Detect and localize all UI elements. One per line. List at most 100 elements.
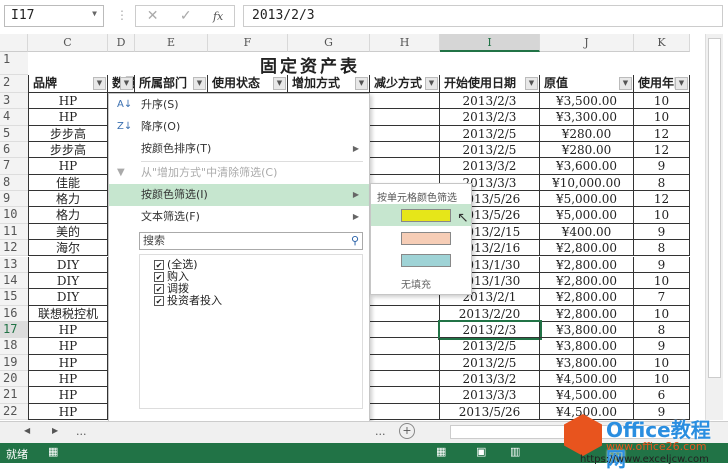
row-header-19[interactable]: 19 [0,354,28,371]
cell-value[interactable]: ¥3,300.00 [540,109,634,126]
row-header-5[interactable]: 5 [0,125,28,143]
row-header-6[interactable]: 6 [0,142,28,159]
cell-empty[interactable] [370,142,440,159]
cell-brand[interactable]: HP [28,370,108,388]
checkbox-checked[interactable]: ✔ [154,260,164,270]
cell-brand[interactable]: 格力 [28,207,108,224]
row-header-20[interactable]: 20 [0,370,28,388]
cell-brand[interactable]: 海尔 [28,240,108,257]
cell-value[interactable]: ¥4,500.00 [540,387,634,404]
name-box[interactable]: I17 ▼ [4,5,104,27]
menu-sort-descending[interactable]: Z↓ 降序(O) [109,116,369,138]
cell-brand[interactable]: 联想税控机 [28,305,108,322]
color-swatch-yellow[interactable] [401,209,451,222]
column-header-C[interactable]: C [28,34,108,52]
cell-start-date[interactable]: 2013/2/5 [440,142,540,159]
cell-start-date[interactable]: 2013/2/3 [438,319,542,341]
cell-start-date[interactable]: 2013/3/3 [440,387,540,404]
cell-years[interactable]: 7 [634,289,690,306]
column-header-I[interactable]: I [440,34,540,52]
cell-value[interactable]: ¥400.00 [540,223,634,241]
macro-record-icon[interactable]: ▦ [48,445,58,458]
row-header-12[interactable]: 12 [0,240,28,257]
row-header-13[interactable]: 13 [0,256,28,273]
cell-brand[interactable]: 美的 [28,223,108,241]
enter-icon[interactable]: ✓ [180,8,192,24]
formula-input[interactable]: 2013/2/3 [243,5,723,27]
column-header-D[interactable]: D [108,34,135,52]
cell-value[interactable]: ¥5,000.00 [540,191,634,208]
cell-empty[interactable] [370,370,440,388]
cell-empty[interactable] [370,125,440,143]
cell-brand[interactable]: DIY [28,256,108,273]
cell-value[interactable]: ¥280.00 [540,142,634,159]
row-header-10[interactable]: 10 [0,207,28,224]
row-header-9[interactable]: 9 [0,191,28,208]
cell-start-date[interactable]: 2013/2/3 [440,93,540,110]
cell-value[interactable]: ¥10,000.00 [540,174,634,192]
filter-dropdown-button[interactable]: ▼ [619,77,632,90]
cell-years[interactable]: 10 [634,109,690,126]
cell-brand[interactable]: 步步高 [28,125,108,143]
cell-empty[interactable] [370,338,440,355]
filter-dropdown-button[interactable]: ▼ [120,77,133,90]
cell-years[interactable]: 12 [634,125,690,143]
row-header-15[interactable]: 15 [0,289,28,306]
row-header-17[interactable]: 17 [0,321,28,339]
function-icon[interactable]: fx [213,10,223,23]
filter-dropdown-button[interactable]: ▼ [93,77,106,90]
column-header-J[interactable]: J [540,34,634,52]
row-header-3[interactable]: 3 [0,93,28,110]
cell-start-date[interactable]: 2013/2/5 [440,125,540,143]
scroll-right-icon[interactable]: ▶ [52,426,58,435]
menu-text-filter[interactable]: 文本筛选(F) ▶ [109,206,369,228]
cell-value[interactable]: ¥3,500.00 [540,93,634,110]
cell-years[interactable]: 6 [634,387,690,404]
row-header-7[interactable]: 7 [0,158,28,175]
row-header-2[interactable]: 2 [0,75,28,93]
cell-empty[interactable] [370,109,440,126]
vertical-scrollbar[interactable] [705,34,723,420]
cell-brand[interactable]: 格力 [28,191,108,208]
cell-years[interactable]: 9 [634,256,690,273]
filter-dropdown-button[interactable]: ▼ [273,77,286,90]
cell-years[interactable]: 10 [634,305,690,322]
cell-value[interactable]: ¥5,000.00 [540,207,634,224]
filter-dropdown-button[interactable]: ▼ [193,77,206,90]
search-input[interactable]: 搜索 ⚲ [139,232,363,250]
row-header-14[interactable]: 14 [0,272,28,290]
cell-brand[interactable]: HP [28,93,108,110]
cell-empty[interactable] [370,387,440,404]
more-sheets[interactable]: ... [76,425,87,438]
cell-start-date[interactable]: 2013/2/5 [440,338,540,355]
cell-years[interactable]: 10 [634,272,690,290]
checkbox-checked[interactable]: ✔ [154,296,164,306]
cell-brand[interactable]: DIY [28,272,108,290]
filter-item[interactable]: ✔ 投资者投入 [154,295,348,307]
cell-value[interactable]: ¥280.00 [540,125,634,143]
cell-brand[interactable]: HP [28,321,108,339]
page-break-icon[interactable]: ▥ [510,445,520,458]
row-header-8[interactable]: 8 [0,174,28,192]
menu-sort-ascending[interactable]: A↓ 升序(S) [109,94,369,116]
filter-dropdown-button[interactable]: ▼ [675,77,688,90]
cell-value[interactable]: ¥2,800.00 [540,305,634,322]
cell-value[interactable]: ¥2,800.00 [540,289,634,306]
cell-years[interactable]: 12 [634,142,690,159]
cell-empty[interactable] [370,158,440,175]
page-layout-icon[interactable]: ▣ [476,445,486,458]
cell-empty[interactable] [370,93,440,110]
filter-dropdown-button[interactable]: ▼ [525,77,538,90]
cell-brand[interactable]: DIY [28,289,108,306]
cell-years[interactable]: 12 [634,191,690,208]
cell-years[interactable]: 8 [634,240,690,257]
cell-years[interactable]: 10 [634,354,690,371]
normal-view-icon[interactable]: ▦ [436,445,446,458]
cell-years[interactable]: 10 [634,370,690,388]
cell-brand[interactable]: HP [28,109,108,126]
cell-brand[interactable]: 步步高 [28,142,108,159]
menu-sort-by-color[interactable]: 按颜色排序(T) ▶ [109,138,369,160]
cell-value[interactable]: ¥2,800.00 [540,256,634,273]
row-header-18[interactable]: 18 [0,338,28,355]
cell-brand[interactable]: HP [28,338,108,355]
